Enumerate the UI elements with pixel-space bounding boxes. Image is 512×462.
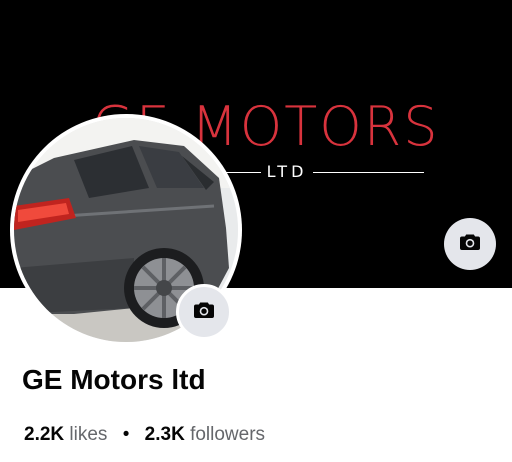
camera-icon: [192, 298, 216, 327]
stats-separator: •: [122, 424, 130, 445]
divider: [313, 171, 424, 173]
likes-count[interactable]: 2.2K: [24, 424, 64, 445]
followers-count[interactable]: 2.3K: [145, 424, 185, 445]
cover-subtitle-text: LTD: [266, 162, 308, 181]
likes-label[interactable]: likes: [69, 424, 107, 445]
page-name: GE Motors ltd: [22, 364, 206, 395]
camera-icon: [458, 230, 482, 259]
edit-profile-picture-button[interactable]: [176, 284, 232, 340]
profile-page: GE MOTORS LTD GE Motors ltd 2.2K likes •…: [0, 0, 512, 462]
followers-label[interactable]: followers: [190, 424, 265, 445]
edit-cover-photo-button[interactable]: [444, 218, 496, 270]
page-stats: 2.2K likes • 2.3K followers: [24, 424, 265, 446]
